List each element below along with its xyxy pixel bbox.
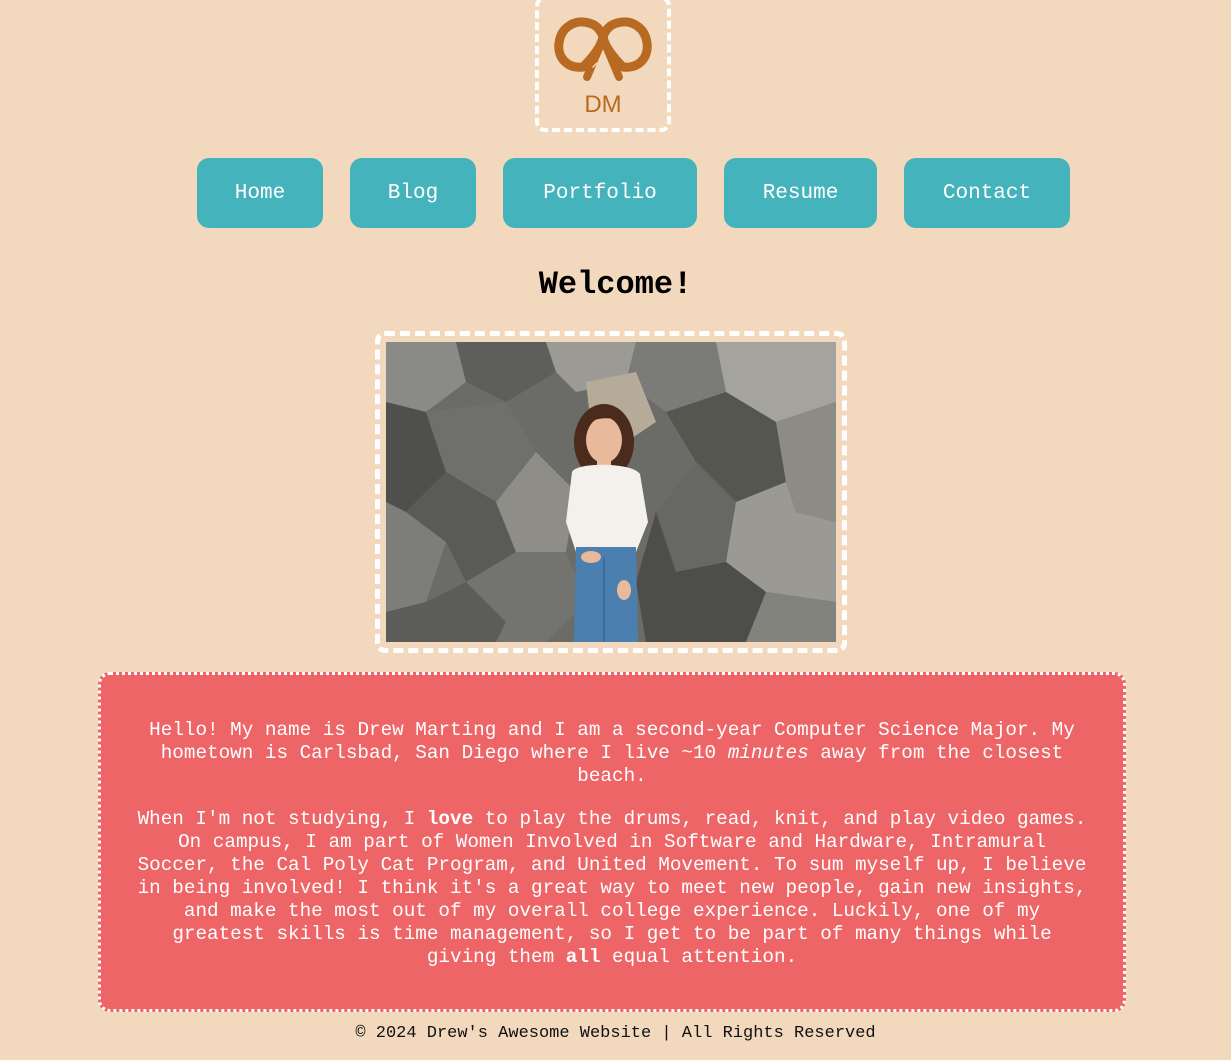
about-hobbies-text-end: equal attention. [600, 946, 798, 968]
nav-resume-button[interactable]: Resume [724, 158, 877, 228]
about-hobbies-bold-love: love [426, 808, 474, 830]
site-logo[interactable]: DM [535, 0, 671, 132]
nav-home-button[interactable]: Home [197, 158, 323, 228]
profile-photo [386, 342, 836, 642]
pretzel-icon: DM [554, 17, 652, 118]
page-title: Welcome! [538, 266, 693, 303]
about-hobbies-bold-all: all [565, 946, 601, 968]
nav-blog-button[interactable]: Blog [350, 158, 476, 228]
about-intro-paragraph: Hello! My name is Drew Marting and I am … [137, 719, 1087, 788]
nav-portfolio-button[interactable]: Portfolio [503, 158, 697, 228]
nav-contact-button[interactable]: Contact [904, 158, 1070, 228]
about-hobbies-text: When I'm not studying, I [137, 808, 427, 830]
profile-photo-frame [375, 331, 847, 653]
about-intro-emphasis: minutes [727, 742, 809, 764]
about-section: Hello! My name is Drew Marting and I am … [98, 672, 1126, 1012]
about-hobbies-paragraph: When I'm not studying, I love to play th… [137, 808, 1087, 969]
about-hobbies-text-middle: to play the drums, read, knit, and play … [137, 808, 1087, 968]
footer-copyright: © 2024 Drew's Awesome Website | All Righ… [355, 1024, 876, 1043]
logo-initials: DM [584, 91, 621, 118]
